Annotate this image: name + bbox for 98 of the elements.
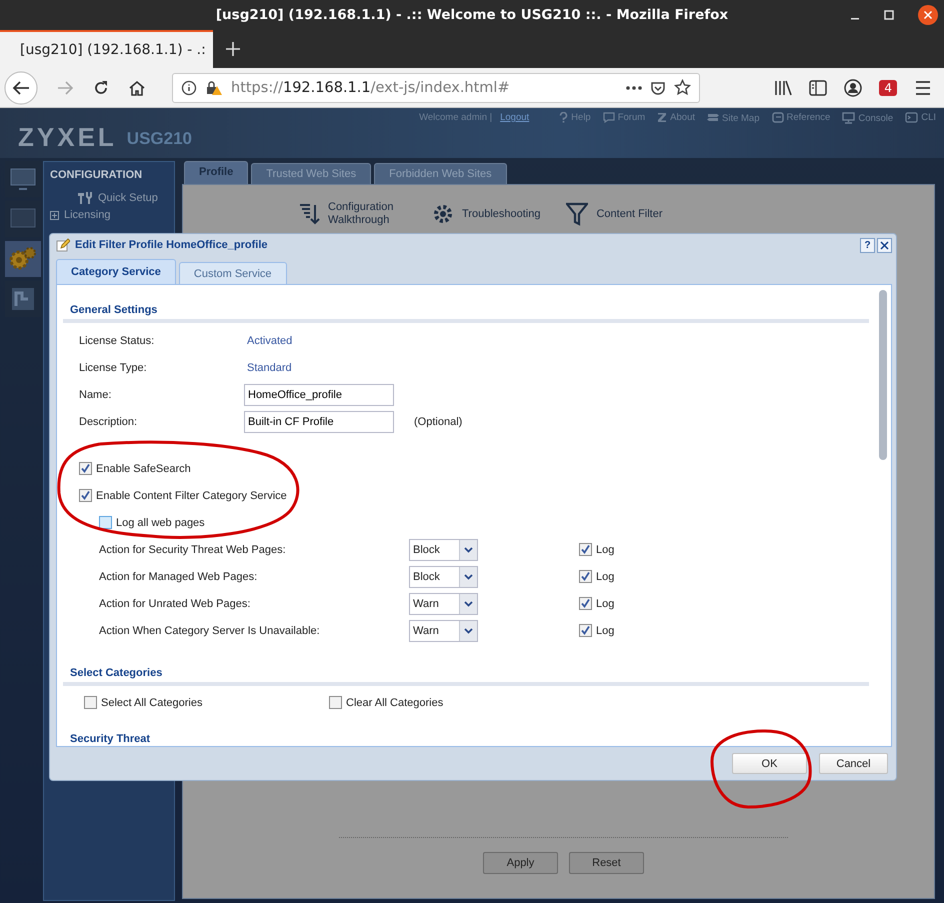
field-label: License Type: xyxy=(79,362,148,374)
dropdown[interactable]: Block xyxy=(409,538,478,560)
checkbox-option[interactable]: Enable SafeSearch xyxy=(63,455,191,482)
reload-icon[interactable] xyxy=(92,78,110,96)
more-icon[interactable] xyxy=(626,84,642,90)
field-value: Activated xyxy=(247,334,292,346)
sort-arrow-icon xyxy=(298,202,320,226)
action-label: Action for Managed Web Pages: xyxy=(99,570,258,582)
dropdown[interactable]: Warn xyxy=(409,592,478,614)
checkbox-option[interactable]: Enable Content Filter Category Service xyxy=(63,482,287,509)
logo: ZYXEL xyxy=(18,124,117,150)
log-checkbox[interactable]: Log xyxy=(579,543,614,556)
input-field[interactable]: HomeOffice_profile xyxy=(244,384,394,406)
page-button[interactable]: Reset xyxy=(569,852,644,874)
checkbox[interactable] xyxy=(579,624,592,637)
browser-tab[interactable]: [usg210] (192.168.1.1) - .: xyxy=(0,30,213,68)
menu-icon[interactable] xyxy=(914,80,932,96)
close-icon[interactable] xyxy=(918,5,938,25)
checkbox[interactable] xyxy=(579,570,592,583)
tab[interactable]: Category Service xyxy=(56,259,176,284)
caret-icon xyxy=(464,546,473,552)
expand-icon[interactable] xyxy=(50,210,59,220)
action-label: Action When Category Server Is Unavailable: xyxy=(99,624,321,636)
terminal-icon xyxy=(905,112,918,123)
scrollbar[interactable] xyxy=(879,290,887,460)
dialog-button[interactable]: OK xyxy=(732,753,807,774)
action-label: Action for Unrated Web Pages: xyxy=(99,598,252,610)
checkbox[interactable] xyxy=(84,696,97,709)
pencil-icon xyxy=(56,238,70,252)
close-button[interactable] xyxy=(877,238,892,252)
home-icon[interactable] xyxy=(128,78,146,96)
chart-icon xyxy=(11,287,35,311)
page-button[interactable]: Apply xyxy=(483,852,558,874)
new-tab-icon[interactable] xyxy=(225,41,241,57)
section-heading: Security Threat xyxy=(69,732,152,745)
monitor-icon xyxy=(10,168,36,190)
log-checkbox[interactable]: Log xyxy=(579,624,614,637)
field-label: Description: xyxy=(79,416,138,428)
address-bar[interactable]: https://192.168.1.1/ext-js/index.html# xyxy=(172,72,700,102)
filter-icon xyxy=(566,202,588,226)
account-icon[interactable] xyxy=(844,78,862,96)
toolbar-button[interactable]: Content Filter xyxy=(566,201,663,227)
checkbox[interactable] xyxy=(79,462,92,475)
checkbox-option[interactable]: Select All Categories xyxy=(84,696,329,709)
checkbox[interactable] xyxy=(329,696,342,709)
caret-icon xyxy=(464,574,473,580)
close-icon xyxy=(880,240,889,250)
pocket-icon[interactable] xyxy=(650,80,666,96)
toolbar-button[interactable]: Troubleshooting xyxy=(432,201,540,227)
signpost-icon xyxy=(707,112,719,124)
model-name: USG210 xyxy=(126,128,192,150)
log-checkbox[interactable]: Log xyxy=(579,597,614,610)
checkbox[interactable] xyxy=(579,597,592,610)
speech-bubble-icon xyxy=(602,112,615,123)
zyxel-z-icon xyxy=(657,112,668,123)
help-icon xyxy=(559,112,568,123)
back-icon[interactable] xyxy=(4,70,38,104)
window-title: [usg210] (192.168.1.1) - .:: Welcome to USG210 ::. - Mozilla Firefox xyxy=(216,7,728,23)
checkbox[interactable] xyxy=(79,489,92,502)
dropdown[interactable]: Block xyxy=(409,566,478,588)
dialog-button[interactable]: Cancel xyxy=(819,753,888,774)
book-icon xyxy=(772,112,784,123)
tools-icon xyxy=(77,191,93,205)
field-note: (Optional) xyxy=(414,416,462,428)
library-icon[interactable] xyxy=(774,80,792,96)
gear-icon xyxy=(432,203,454,225)
welcome-text: Welcome admin | xyxy=(419,112,492,123)
notification-badge[interactable]: 4 xyxy=(879,80,897,96)
monitor-icon xyxy=(842,112,856,124)
sidebar-item[interactable]: Quick Setup xyxy=(44,191,174,205)
screen-icon xyxy=(10,208,36,230)
action-label: Action for Security Threat Web Pages: xyxy=(99,544,287,556)
star-icon[interactable] xyxy=(674,79,691,96)
log-checkbox[interactable]: Log xyxy=(579,570,614,583)
checkbox-option[interactable]: Clear All Categories xyxy=(329,696,574,709)
dropdown[interactable]: Warn xyxy=(409,620,478,642)
section-heading: Select Categories xyxy=(63,667,869,686)
maximize-icon[interactable] xyxy=(884,10,894,20)
sidebar-icon[interactable] xyxy=(809,80,828,96)
info-icon[interactable] xyxy=(181,80,197,96)
section-heading: General Settings xyxy=(63,304,869,323)
checkbox[interactable] xyxy=(579,543,592,556)
help-button[interactable]: ? xyxy=(860,238,875,252)
lock-warning-icon[interactable] xyxy=(205,80,223,96)
checkbox-option[interactable]: Log all web pages xyxy=(63,509,205,536)
sidebar-heading: CONFIGURATION xyxy=(49,169,144,181)
input-field[interactable]: Built-in CF Profile xyxy=(244,410,394,432)
toolbar-button[interactable]: Configuration Walkthrough xyxy=(298,201,406,227)
field-label: License Status: xyxy=(79,334,156,346)
caret-icon xyxy=(464,600,473,606)
sidebar-item[interactable]: Licensing xyxy=(44,209,174,221)
caret-icon xyxy=(464,628,473,634)
checkbox[interactable] xyxy=(99,516,112,529)
field-value: Standard xyxy=(247,362,292,374)
field-label: Name: xyxy=(79,388,112,400)
dialog-title: Edit Filter Profile HomeOffice_profile xyxy=(75,239,268,251)
tab[interactable]: Custom Service xyxy=(178,262,287,284)
gears-icon xyxy=(9,246,37,272)
